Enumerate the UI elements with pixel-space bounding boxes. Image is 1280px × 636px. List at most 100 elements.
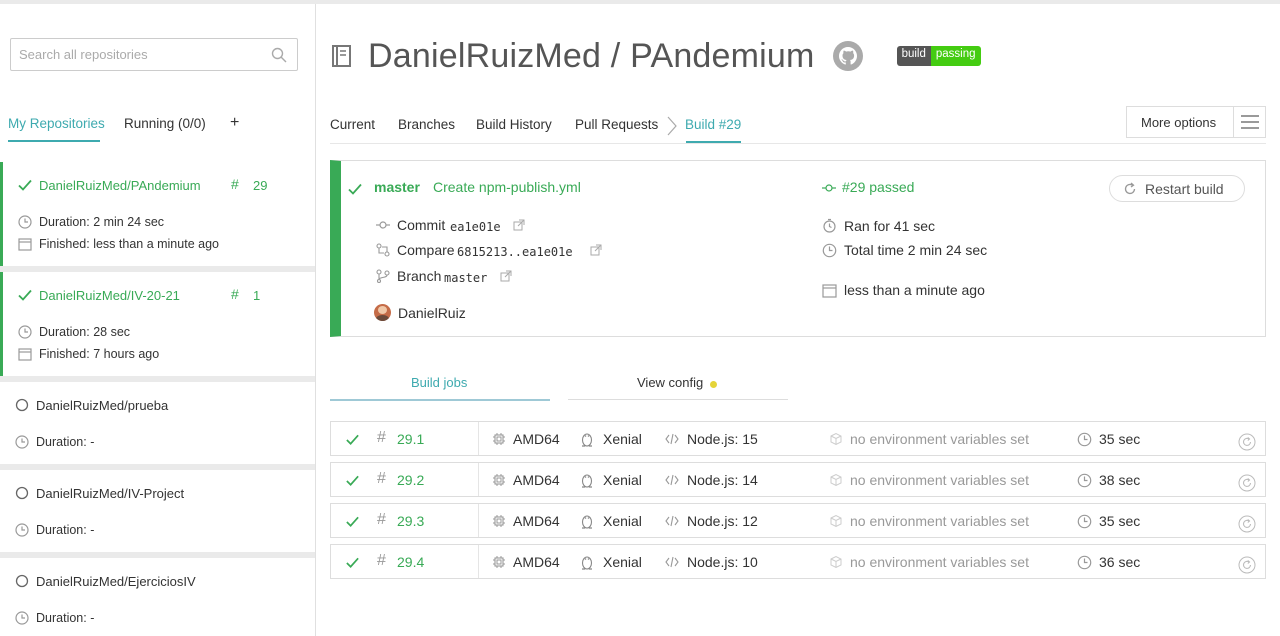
- job-number[interactable]: 29.2: [397, 472, 424, 488]
- cpu-icon: [493, 556, 505, 568]
- tab-build-history[interactable]: Build History: [476, 117, 552, 132]
- restart-build-button[interactable]: Restart build: [1109, 175, 1245, 202]
- repo-item[interactable]: DanielRuizMed/EjerciciosIV Duration: -: [0, 558, 315, 636]
- repo-name[interactable]: DanielRuizMed/IV-Project: [36, 486, 184, 501]
- tab-current[interactable]: Current: [330, 117, 375, 132]
- repo-duration: Duration: -: [36, 611, 95, 625]
- external-link-icon[interactable]: [590, 244, 602, 256]
- github-icon[interactable]: [832, 41, 863, 71]
- linux-icon: [581, 556, 593, 570]
- restart-job-icon[interactable]: [1238, 556, 1256, 574]
- hash-icon: #: [377, 511, 386, 528]
- repo-item[interactable]: DanielRuizMed/prueba Duration: -: [0, 382, 315, 464]
- repo-name[interactable]: DanielRuizMed/prueba: [36, 398, 168, 413]
- passed-check-icon: [346, 434, 359, 445]
- clock-icon: [15, 435, 29, 449]
- clock-icon: [1077, 473, 1092, 488]
- job-row[interactable]: # 29.1 AMD64 Xenial Node.js: 15 no envir…: [330, 421, 1266, 456]
- repo-item[interactable]: DanielRuizMed/PAndemium # 29 Duration: 2…: [0, 162, 315, 266]
- external-link-icon[interactable]: [513, 219, 525, 231]
- more-options-button[interactable]: More options: [1126, 106, 1266, 138]
- total-time: Total time 2 min 24 sec: [844, 242, 988, 258]
- divider: [478, 463, 479, 496]
- restart-job-icon[interactable]: [1238, 515, 1256, 533]
- linux-icon: [581, 474, 593, 488]
- tab-pull-requests[interactable]: Pull Requests: [575, 117, 658, 132]
- ran-for: Ran for 41 sec: [844, 218, 936, 234]
- repo-name[interactable]: DanielRuizMed/PAndemium: [39, 178, 201, 193]
- commit-icon: [376, 221, 390, 229]
- repo-duration: Duration: 2 min 24 sec: [39, 215, 165, 229]
- job-row[interactable]: # 29.3 AMD64 Xenial Node.js: 12 no envir…: [330, 503, 1266, 538]
- build-number[interactable]: 29: [253, 178, 267, 193]
- branch-value[interactable]: master: [444, 271, 487, 285]
- hamburger-menu-icon[interactable]: [1233, 107, 1265, 137]
- package-icon: [830, 555, 842, 569]
- search-box[interactable]: [10, 38, 298, 71]
- job-row[interactable]: # 29.2 AMD64 Xenial Node.js: 14 no envir…: [330, 462, 1266, 497]
- job-env: no environment variables set: [850, 554, 1029, 570]
- compare-range[interactable]: 6815213..ea1e01e: [457, 245, 573, 259]
- job-number[interactable]: 29.4: [397, 554, 424, 570]
- branch-name[interactable]: master: [374, 179, 420, 195]
- tab-running[interactable]: Running (0/0): [124, 116, 206, 131]
- package-icon: [830, 432, 842, 446]
- restart-job-icon[interactable]: [1238, 433, 1256, 451]
- tab-my-repositories[interactable]: My Repositories: [8, 116, 105, 131]
- package-icon: [830, 473, 842, 487]
- restart-job-icon[interactable]: [1238, 474, 1256, 492]
- job-duration: 35 sec: [1099, 431, 1141, 447]
- clock-icon: [15, 523, 29, 537]
- repo-name[interactable]: DanielRuizMed/IV-20-21: [39, 288, 180, 303]
- calendar-icon: [18, 348, 32, 361]
- hash-icon: #: [231, 176, 239, 192]
- job-env: no environment variables set: [850, 472, 1029, 488]
- cpu-icon: [493, 515, 505, 527]
- job-number[interactable]: 29.1: [397, 431, 424, 447]
- repo-item[interactable]: DanielRuizMed/IV-Project Duration: -: [0, 470, 315, 552]
- external-link-icon[interactable]: [500, 270, 512, 282]
- repo-item[interactable]: DanielRuizMed/IV-20-21 # 1 Duration: 28 …: [0, 272, 315, 376]
- job-tabs: Build jobs View config: [330, 370, 790, 402]
- repo-finished: Finished: 7 hours ago: [39, 347, 160, 361]
- job-row[interactable]: # 29.4 AMD64 Xenial Node.js: 10 no envir…: [330, 544, 1266, 579]
- clock-icon: [1077, 514, 1092, 529]
- repository-book-icon: [332, 45, 351, 67]
- passed-check-icon: [346, 516, 359, 527]
- build-status-badge[interactable]: build passing: [896, 46, 981, 66]
- compare-icon: [376, 243, 390, 257]
- search-icon[interactable]: [271, 47, 287, 63]
- commit-hash[interactable]: ea1e01e: [450, 220, 501, 234]
- job-duration: 35 sec: [1099, 513, 1141, 529]
- hash-icon: #: [377, 429, 386, 446]
- job-env: no environment variables set: [850, 431, 1029, 447]
- search-input[interactable]: [11, 39, 261, 70]
- tab-build[interactable]: Build #29: [685, 117, 741, 132]
- commit-icon: [822, 184, 836, 192]
- finished-time: less than a minute ago: [844, 282, 985, 298]
- clock-icon: [1077, 555, 1092, 570]
- commit-message[interactable]: Create npm-publish.yml: [433, 179, 581, 195]
- status-circle-icon: [15, 486, 29, 500]
- job-env: no environment variables set: [850, 513, 1029, 529]
- tab-view-config[interactable]: View config: [637, 375, 703, 390]
- add-repository-button[interactable]: +: [230, 114, 239, 132]
- passed-check-icon: [348, 183, 362, 195]
- branch-label: Branch: [397, 268, 442, 284]
- more-options-label: More options: [1141, 114, 1217, 130]
- build-number[interactable]: 1: [253, 288, 260, 303]
- code-icon: [665, 433, 679, 445]
- build-status[interactable]: #29 passed: [842, 179, 914, 195]
- repo-name[interactable]: DanielRuizMed/EjerciciosIV: [36, 574, 196, 589]
- author-name: DanielRuiz: [398, 305, 466, 321]
- tab-build-jobs[interactable]: Build jobs: [411, 375, 467, 390]
- job-duration: 38 sec: [1099, 472, 1141, 488]
- active-tab-underline: [8, 140, 100, 142]
- tab-branches[interactable]: Branches: [398, 117, 455, 132]
- repo-duration: Duration: -: [36, 435, 95, 449]
- avatar: [374, 304, 391, 321]
- repo-header: DanielRuizMed / PAndemium build passing: [330, 34, 981, 78]
- active-tab-underline: [686, 141, 741, 143]
- code-icon: [665, 474, 679, 486]
- job-number[interactable]: 29.3: [397, 513, 424, 529]
